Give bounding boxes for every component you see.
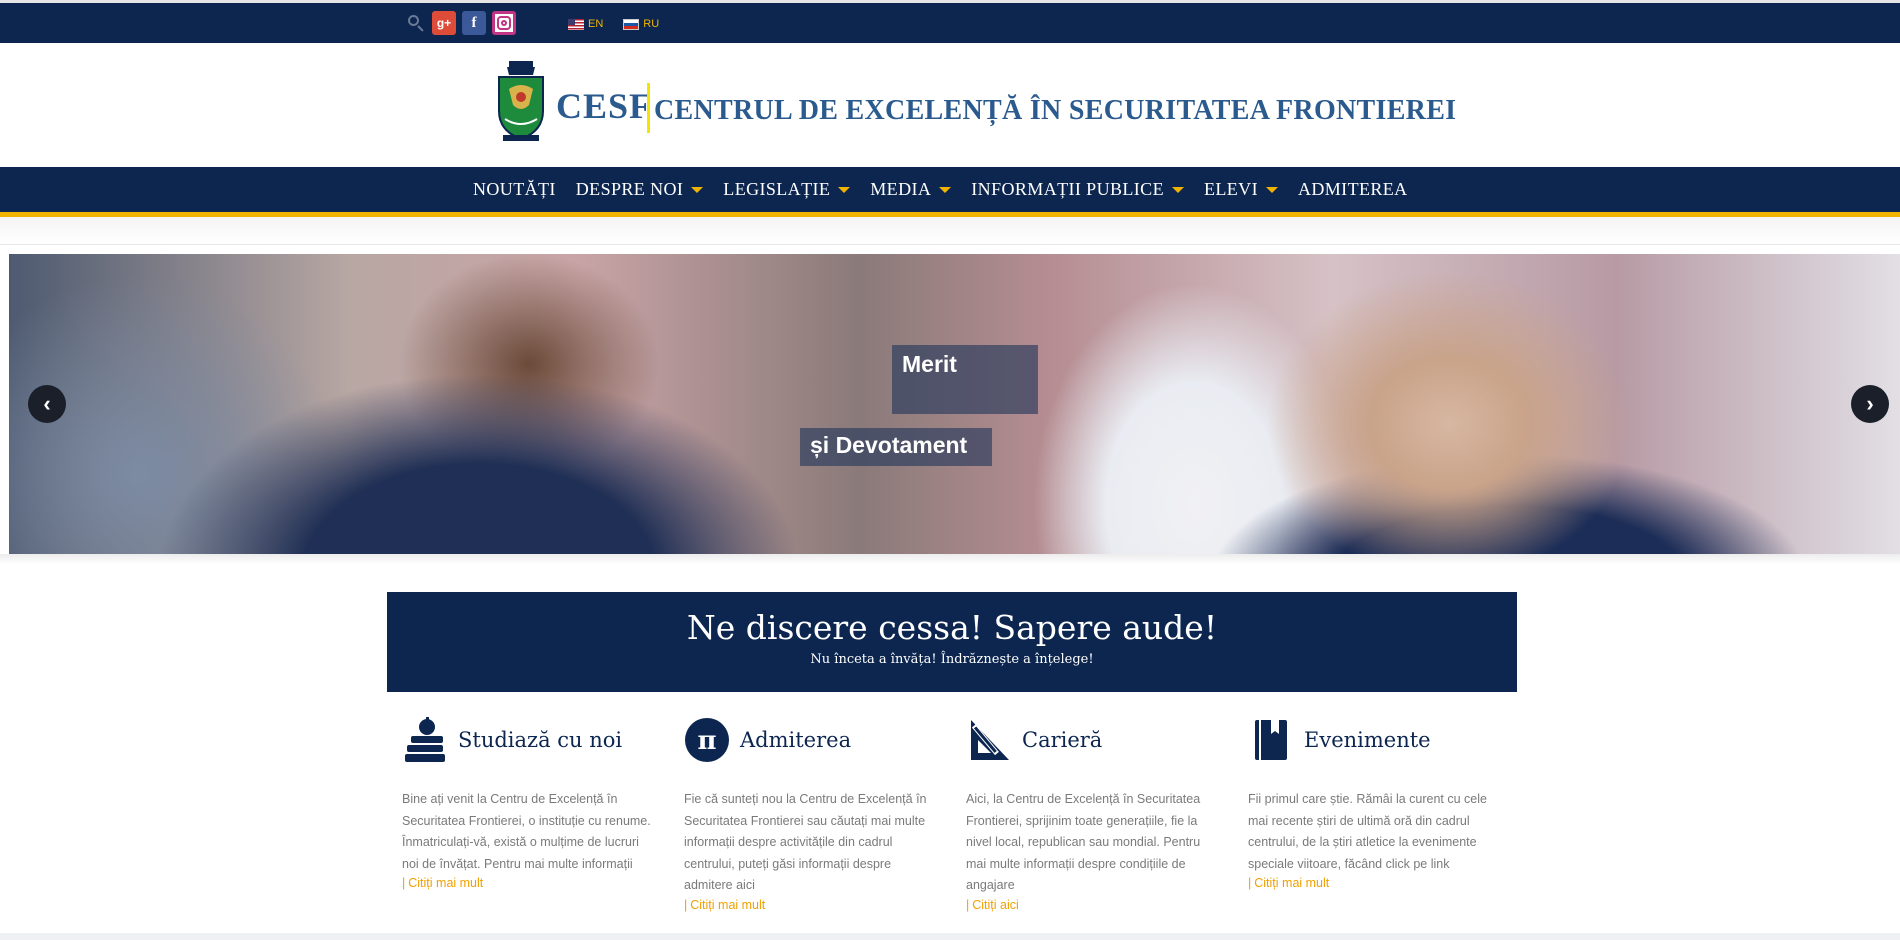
pi-icon: π — [684, 717, 730, 763]
nav-item-label: LEGISLAȚIE — [723, 179, 831, 199]
nav-item-label: DESPRE NOI — [575, 179, 684, 199]
footer-edge — [0, 933, 1900, 940]
read-more-link[interactable]: | Citiți mai mult — [684, 898, 934, 912]
logo-short-name[interactable]: CESF — [556, 85, 652, 127]
chevron-left-icon: ‹ — [43, 391, 51, 416]
caret-down-icon — [1265, 186, 1278, 193]
read-more-label: Citiți mai mult — [690, 897, 766, 912]
hero-slider[interactable]: Merit și Devotament ‹ › — [9, 254, 1900, 554]
nav-shadow — [0, 217, 1900, 245]
feature-title: Admiterea — [740, 728, 852, 752]
search-icon[interactable] — [406, 13, 426, 33]
slide-caption-secondary: și Devotament — [800, 428, 992, 466]
book-icon — [1248, 717, 1294, 763]
read-more-link[interactable]: | Citiți mai mult — [1248, 876, 1498, 890]
nav-item-elevi[interactable]: ELEVI — [1194, 179, 1288, 200]
slide-caption-primary: Merit — [892, 345, 1038, 414]
motto-title: Ne discere cessa! Sapere aude! — [686, 608, 1218, 647]
read-more-link[interactable]: | Citiți mai mult — [402, 876, 652, 890]
nav-item-label: MEDIA — [870, 179, 932, 199]
feature-text: Fii primul care știe. Rămâi la curent cu… — [1248, 792, 1487, 871]
language-ru-label: RU — [643, 18, 660, 30]
social-icons: g+ f — [406, 11, 516, 35]
language-ru-link[interactable]: RU — [623, 18, 659, 30]
feature-title: Carieră — [1022, 728, 1103, 752]
read-more-label: Citiți mai mult — [1254, 876, 1330, 890]
nav-item-legislatie[interactable]: LEGISLAȚIE — [713, 179, 860, 200]
language-en-label: EN — [588, 18, 604, 30]
nav-item-label: ADMITEREA — [1297, 179, 1408, 199]
feature-title: Studiază cu noi — [458, 728, 623, 752]
caret-down-icon — [1171, 186, 1184, 193]
instagram-icon[interactable] — [492, 11, 516, 35]
feature-column-studiaza: Studiază cu noi Bine ați venit la Centru… — [402, 712, 652, 890]
main-navigation: NOUTĂȚI DESPRE NOI LEGISLAȚIE MEDIA INFO… — [0, 167, 1900, 217]
nav-item-label: ELEVI — [1203, 179, 1258, 199]
read-more-link[interactable]: | Citiți aici — [966, 898, 1216, 912]
nav-item-label: INFORMAȚII PUBLICE — [971, 179, 1164, 199]
logo-full-name[interactable]: CENTRUL DE EXCELENȚĂ ÎN SECURITATEA FRON… — [654, 95, 1456, 127]
us-flag-icon — [568, 18, 584, 30]
feature-column-cariera: Carieră Aici, la Centru de Excelență în … — [966, 712, 1216, 912]
caret-down-icon — [939, 186, 952, 193]
nav-item-despre-noi[interactable]: DESPRE NOI — [566, 179, 714, 200]
ru-flag-icon — [623, 18, 640, 30]
coat-of-arms-logo-icon[interactable] — [495, 59, 547, 145]
nav-item-label: NOUTĂȚI — [473, 179, 556, 199]
slider-prev-button[interactable]: ‹ — [28, 385, 66, 423]
facebook-icon[interactable]: f — [462, 11, 486, 35]
set-square-icon — [966, 717, 1012, 763]
nav-item-admiterea[interactable]: ADMITEREA — [1288, 179, 1418, 200]
feature-text: Bine ați venit la Centru de Excelență în… — [402, 792, 651, 871]
slider-shadow — [0, 554, 1900, 564]
motto-subtitle: Nu înceta a învăța! Îndrăznește a înțele… — [810, 652, 1094, 667]
site-header: CESF CENTRUL DE EXCELENȚĂ ÎN SECURITATEA… — [0, 43, 1900, 167]
language-en-link[interactable]: EN — [568, 18, 603, 30]
nav-item-media[interactable]: MEDIA — [860, 179, 961, 200]
top-bar: g+ f EN RU — [0, 0, 1900, 43]
logo-separator — [647, 83, 650, 133]
slider-next-button[interactable]: › — [1851, 385, 1889, 423]
language-switcher: EN RU — [568, 18, 659, 30]
feature-column-evenimente: Evenimente Fii primul care știe. Rămâi l… — [1248, 712, 1498, 890]
nav-item-informatii-publice[interactable]: INFORMAȚII PUBLICE — [961, 179, 1194, 200]
caret-down-icon — [838, 186, 851, 193]
chevron-right-icon: › — [1866, 391, 1874, 416]
caret-down-icon — [691, 186, 704, 193]
feature-text: Aici, la Centru de Excelență în Securita… — [966, 792, 1201, 892]
motto-banner: Ne discere cessa! Sapere aude! Nu înceta… — [387, 592, 1517, 692]
apple-books-icon — [402, 717, 448, 763]
google-plus-icon[interactable]: g+ — [432, 11, 456, 35]
nav-item-noutati[interactable]: NOUTĂȚI — [463, 179, 566, 200]
feature-column-admiterea: π Admiterea Fie că sunteți nou la Centru… — [684, 712, 934, 912]
read-more-label: Citiți mai mult — [408, 876, 484, 890]
feature-text: Fie că sunteți nou la Centru de Excelenț… — [684, 792, 927, 892]
svg-text:π: π — [697, 726, 716, 756]
read-more-label: Citiți aici — [972, 897, 1019, 912]
feature-title: Evenimente — [1304, 728, 1431, 752]
